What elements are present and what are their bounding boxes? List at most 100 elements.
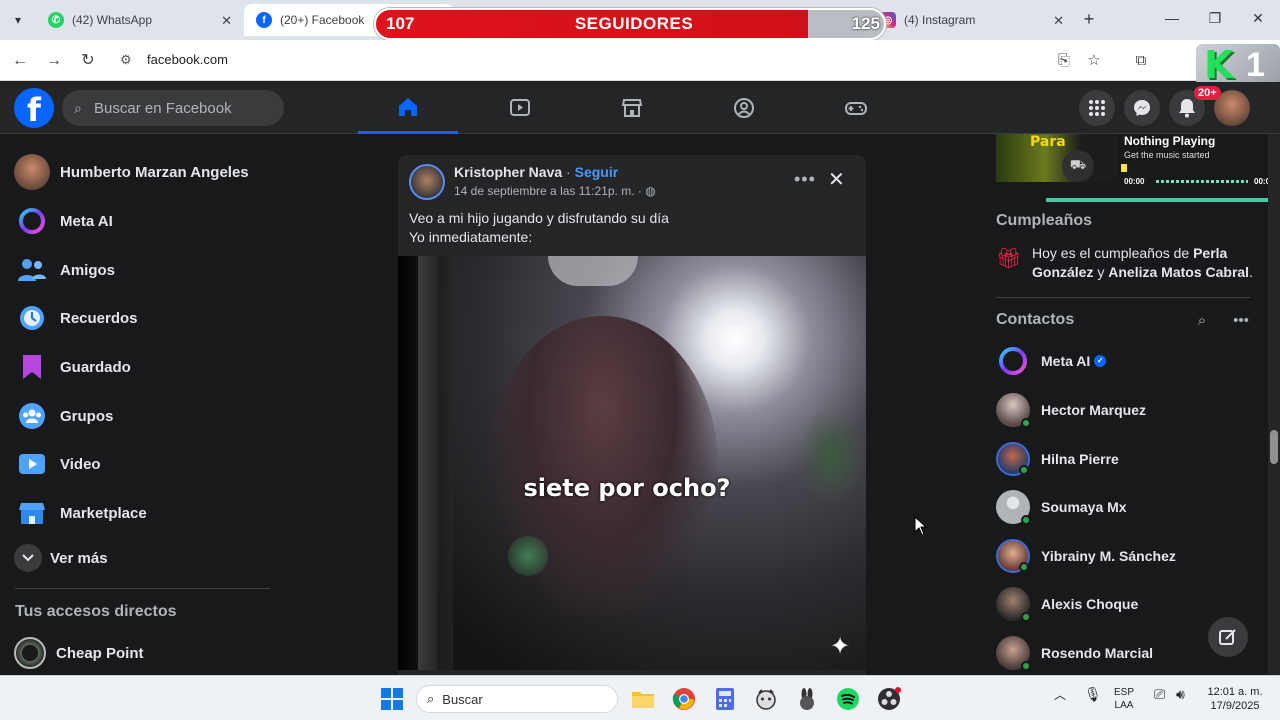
contact-row[interactable]: Hector Marquez <box>996 390 1146 430</box>
post-timestamp[interactable]: 14 de septiembre a las 11:21p. m. · ◍ <box>454 184 656 198</box>
facebook-icon: f <box>256 12 272 28</box>
contact-name: Hilna Pierre <box>1041 451 1119 467</box>
contacts-options-icon[interactable]: ••• <box>1231 312 1251 332</box>
sidebar-item-groups[interactable]: Grupos <box>14 396 113 436</box>
contact-meta-ai[interactable]: Meta AI ✓ <box>996 341 1107 381</box>
animal-app-icon[interactable] <box>751 684 781 714</box>
post-author-avatar[interactable] <box>409 164 445 200</box>
tab-search-icon[interactable]: ▾ <box>6 8 30 32</box>
shortcut-cheap-point[interactable]: Cheap Point <box>14 633 144 673</box>
facebook-header: f ⌕ <box>0 82 1280 134</box>
page-scrollbar[interactable] <box>1268 134 1280 675</box>
new-message-button[interactable] <box>1208 617 1248 657</box>
post-video[interactable]: siete por ocho? ✦ <box>398 256 866 670</box>
nav-gaming[interactable] <box>806 82 906 134</box>
tab-instagram[interactable]: ◎ (4) Instagram ✕ <box>868 4 1074 36</box>
birthday-notice[interactable]: 🎁︎ Hoy es el cumpleaños de Perla Gonzále… <box>996 244 1256 284</box>
sidebar-item-profile[interactable]: Humberto Marzan Angeles <box>14 152 249 192</box>
reload-icon[interactable]: ↻ <box>77 50 99 72</box>
contact-row[interactable]: Yibrainy M. Sánchez <box>996 536 1176 576</box>
contact-row[interactable]: Soumaya Mx <box>996 487 1127 527</box>
compose-icon <box>1219 629 1236 645</box>
contact-row[interactable]: Hilna Pierre <box>996 439 1119 479</box>
chrome-icon[interactable] <box>669 684 699 714</box>
taskbar-search[interactable]: ⌕ Buscar <box>416 685 618 713</box>
friends-icon <box>14 252 50 288</box>
facebook-search[interactable]: ⌕ <box>62 90 284 126</box>
network-icon[interactable]: ⎚ <box>1154 687 1165 701</box>
close-tab-icon[interactable]: ✕ <box>221 13 232 29</box>
channel-logo: K 1 <box>1196 44 1280 86</box>
new-tab-button[interactable]: + <box>1078 8 1100 30</box>
facebook-logo[interactable]: f <box>14 88 54 129</box>
address-bar: ← → ↻ ⚙ facebook.com ⎘ ☆ ⧉ <box>0 40 1280 81</box>
sidebar-item-marketplace[interactable]: Marketplace <box>14 493 147 533</box>
file-explorer-icon[interactable] <box>628 684 658 714</box>
system-clock[interactable]: 12:01 a. m. 17/9/2025 <box>1200 685 1270 713</box>
nav-marketplace[interactable] <box>582 82 682 134</box>
close-window-icon[interactable]: ✕ <box>1248 10 1268 27</box>
obs-icon[interactable] <box>874 684 904 714</box>
menu-grid-icon[interactable] <box>1079 90 1115 126</box>
contact-row[interactable]: Rosendo Marcial <box>996 633 1153 673</box>
post-author-line: Kristopher Nava · Seguir <box>454 164 618 180</box>
back-arrow-icon[interactable]: ← <box>9 50 31 72</box>
sidebar-item-label: Meta AI <box>60 212 113 230</box>
mouse-cursor-icon <box>914 516 928 536</box>
search-input[interactable] <box>94 99 274 117</box>
nav-home[interactable] <box>358 82 458 134</box>
volume-icon[interactable]: 🔊︎ <box>1176 687 1185 701</box>
sidebar-item-meta-ai[interactable]: Meta AI <box>14 201 113 241</box>
online-indicator <box>1019 562 1029 572</box>
music-title: Nothing Playing <box>1124 134 1216 148</box>
nav-groups[interactable] <box>694 82 794 134</box>
contact-avatar <box>996 490 1031 525</box>
minimize-icon[interactable]: — <box>1162 10 1182 26</box>
post-text: Veo a mi hijo jugando y disfrutando su d… <box>409 210 669 245</box>
install-app-icon[interactable]: ⎘ <box>1053 50 1075 72</box>
shortcut-label: Cheap Point <box>56 644 144 662</box>
followers-left-count: 107 <box>386 14 415 33</box>
sidebar-divider <box>15 588 270 589</box>
spotify-icon[interactable] <box>833 684 863 714</box>
music-level-icon <box>1121 164 1127 172</box>
post-options-icon[interactable]: ••• <box>794 169 816 190</box>
messenger-icon[interactable] <box>1124 90 1160 126</box>
contacts-search-icon[interactable]: ⌕ <box>1192 312 1212 332</box>
whatsapp-icon: ✆ <box>48 12 64 28</box>
forward-arrow-icon[interactable]: → <box>43 50 65 72</box>
music-progress-dots[interactable] <box>1156 180 1248 183</box>
sidebar-item-friends[interactable]: Amigos <box>14 250 115 290</box>
url-field[interactable]: facebook.com <box>147 52 228 67</box>
tray-overflow-icon[interactable]: ︿ <box>1054 689 1066 702</box>
microphone-icon[interactable]: 🎙︎ <box>1084 687 1102 701</box>
sidebar-item-video[interactable]: Video <box>14 444 101 484</box>
extensions-icon[interactable]: ⧉ <box>1130 50 1152 72</box>
windows-start-icon[interactable] <box>377 684 407 714</box>
follow-link[interactable]: Seguir <box>575 164 619 180</box>
post-close-icon[interactable]: ✕ <box>828 167 845 192</box>
site-info-icon[interactable]: ⚙ <box>120 52 132 68</box>
post-author-separator: · <box>566 164 571 180</box>
rabbit-app-icon[interactable] <box>792 684 822 714</box>
sidebar-item-memories[interactable]: Recuerdos <box>14 298 138 338</box>
post-author-name[interactable]: Kristopher Nava <box>454 164 562 180</box>
truck-icon[interactable]: ⛟ <box>1062 150 1094 182</box>
sidebar-see-more[interactable]: Ver más <box>14 538 108 578</box>
sidebar-item-saved[interactable]: Guardado <box>14 347 131 387</box>
online-indicator <box>1021 661 1031 671</box>
video-icon <box>14 446 50 482</box>
restore-icon[interactable]: ❐ <box>1205 10 1225 27</box>
calculator-icon[interactable] <box>710 684 740 714</box>
nav-video[interactable] <box>470 82 570 134</box>
language-indicator[interactable]: ESP LAA <box>1114 686 1134 712</box>
tab-whatsapp[interactable]: ✆ (42) WhatsApp ✕ <box>36 4 242 36</box>
contact-row[interactable]: Alexis Choque <box>996 584 1138 624</box>
meta-ai-icon <box>14 203 50 239</box>
bookmark-star-icon[interactable]: ☆ <box>1083 50 1105 72</box>
scrollbar-thumb[interactable] <box>1270 430 1278 464</box>
close-tab-icon[interactable]: ✕ <box>1053 13 1064 29</box>
sidebar-item-label: Humberto Marzan Angeles <box>60 163 249 181</box>
groups-nav-icon <box>734 98 754 118</box>
cheap-point-logo <box>14 637 46 669</box>
